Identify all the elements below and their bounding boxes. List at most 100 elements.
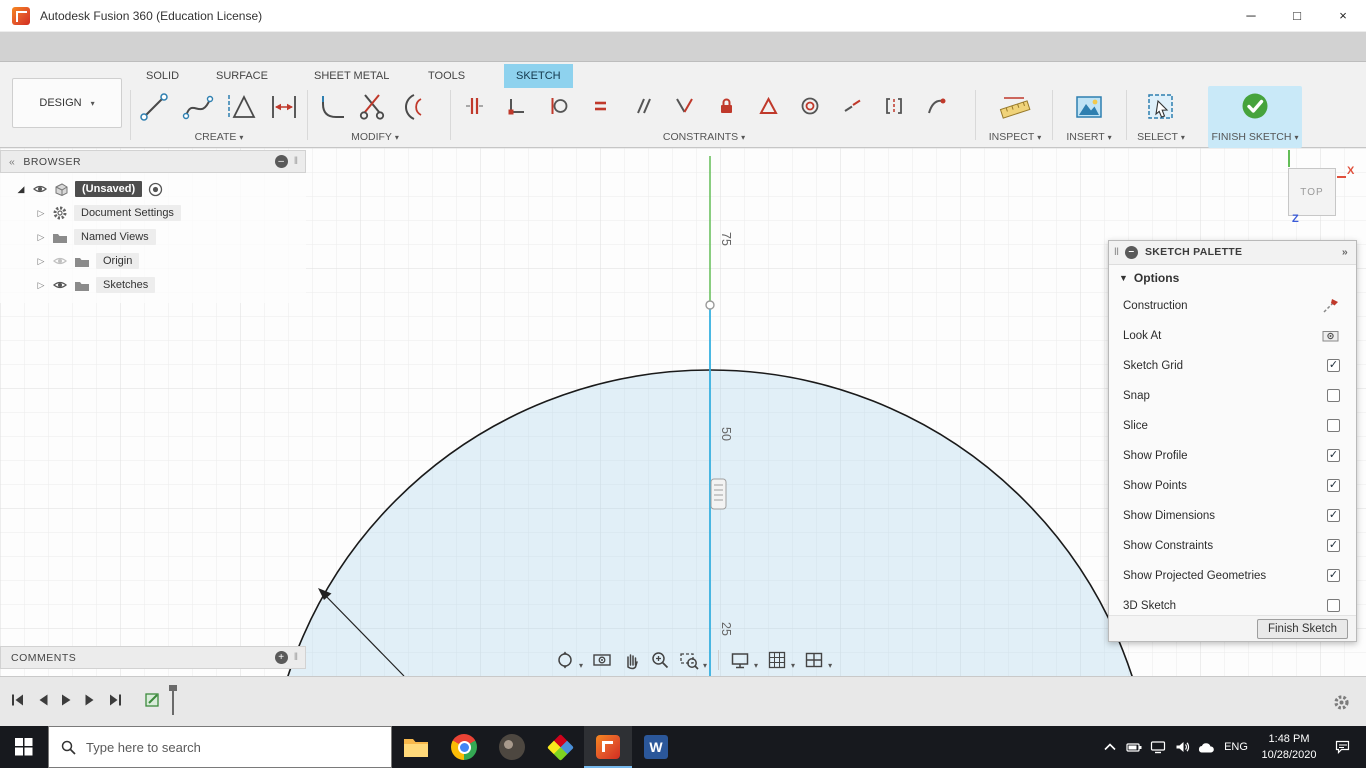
collapse-icon[interactable]: – <box>1124 245 1138 259</box>
hidden-icons-chevron[interactable] <box>1098 741 1122 753</box>
palette-option-show-dimensions[interactable]: Show Dimensions ✓ <box>1109 501 1356 531</box>
sketch-palette-header[interactable]: ‖ – SKETCH PALETTE » <box>1109 241 1356 265</box>
collinear-constraint-button[interactable] <box>840 94 864 118</box>
palette-option-show-constraints[interactable]: Show Constraints ✓ <box>1109 531 1356 561</box>
network-icon[interactable] <box>1146 740 1170 754</box>
onedrive-cloud-icon[interactable] <box>1194 741 1218 754</box>
checkbox-checked[interactable]: ✓ <box>1327 359 1340 373</box>
viewports-button[interactable]: ▾ <box>801 648 835 672</box>
palette-option-construction[interactable]: Construction <box>1109 291 1356 321</box>
expander-closed-icon[interactable]: ▷ <box>36 256 46 267</box>
taskbar-app-diagram[interactable] <box>536 726 584 768</box>
browser-item-named-views[interactable]: ▷ Named Views <box>0 225 306 249</box>
insert-canvas-button[interactable] <box>1070 88 1108 126</box>
tab-surface[interactable]: SURFACE <box>204 64 280 88</box>
look-at-button[interactable] <box>589 648 615 672</box>
browser-item-label[interactable]: Sketches <box>96 277 156 293</box>
zoom-button[interactable] <box>647 648 673 672</box>
coincident-constraint-button[interactable] <box>504 94 528 118</box>
group-label-constraints[interactable]: CONSTRAINTS ▾ <box>663 131 745 143</box>
browser-item-label[interactable]: Named Views <box>74 229 156 245</box>
play-button[interactable] <box>60 693 73 707</box>
midpoint-constraint-button[interactable] <box>756 94 780 118</box>
look-at-icon[interactable] <box>1321 327 1340 345</box>
trim-tool-button[interactable] <box>354 88 392 126</box>
start-button[interactable] <box>0 726 48 768</box>
checkbox-checked[interactable]: ✓ <box>1327 509 1340 523</box>
expand-right-icon[interactable]: » <box>1342 246 1348 258</box>
browser-header[interactable]: « BROWSER – ‖ <box>0 150 306 173</box>
close-button[interactable]: × <box>1320 0 1366 32</box>
finish-sketch-dialog-button[interactable]: Finish Sketch <box>1256 618 1348 639</box>
browser-item-label[interactable]: Document Settings <box>74 205 181 221</box>
dimension-label[interactable]: 50 <box>719 427 733 441</box>
dimension-label[interactable]: 75 <box>719 232 733 246</box>
expander-closed-icon[interactable]: ▷ <box>36 280 46 291</box>
checkbox-checked[interactable]: ✓ <box>1327 479 1340 493</box>
action-center-icon[interactable] <box>1324 740 1360 754</box>
timeline-playhead[interactable] <box>169 685 177 715</box>
fix-constraint-button[interactable] <box>714 94 738 118</box>
group-label-select[interactable]: SELECT ▾ <box>1137 131 1185 143</box>
go-to-end-button[interactable] <box>108 693 123 707</box>
tab-tools[interactable]: TOOLS <box>416 64 477 88</box>
palette-option-snap[interactable]: Snap <box>1109 381 1356 411</box>
browser-item-label[interactable]: (Unsaved) <box>75 181 143 197</box>
options-section-header[interactable]: ▼ Options <box>1109 265 1356 291</box>
minimize-button[interactable]: ─ <box>1228 0 1274 32</box>
eye-icon[interactable] <box>32 182 48 196</box>
go-to-start-button[interactable] <box>10 693 25 707</box>
expander-closed-icon[interactable]: ▷ <box>36 208 46 219</box>
maximize-button[interactable]: □ <box>1274 0 1320 32</box>
orbit-button[interactable]: ▾ <box>552 648 586 672</box>
palette-option-show-projected-geometries[interactable]: Show Projected Geometries ✓ <box>1109 561 1356 591</box>
group-label-create[interactable]: CREATE ▾ <box>195 131 244 143</box>
horizontal-vertical-constraint-button[interactable] <box>462 94 486 118</box>
tab-sketch[interactable]: SKETCH <box>504 64 573 88</box>
workspace-selector[interactable]: DESIGN ▾ <box>12 78 122 128</box>
palette-option-look-at[interactable]: Look At <box>1109 321 1356 351</box>
group-label-inspect[interactable]: INSPECT ▾ <box>989 131 1042 143</box>
palette-option-sketch-grid[interactable]: Sketch Grid ✓ <box>1109 351 1356 381</box>
grid-and-snaps-button[interactable]: ▾ <box>764 648 798 672</box>
curvature-constraint-button[interactable] <box>924 94 948 118</box>
group-label-finish-sketch[interactable]: FINISH SKETCH ▾ <box>1212 131 1299 143</box>
display-settings-button[interactable]: ▾ <box>727 648 761 672</box>
taskbar-search-box[interactable] <box>48 726 392 768</box>
collapse-all-icon[interactable]: – <box>274 155 288 168</box>
taskbar-app-file-explorer[interactable] <box>392 726 440 768</box>
perpendicular-constraint-button[interactable] <box>672 94 696 118</box>
construction-icon[interactable] <box>1321 297 1340 315</box>
sketch-point[interactable] <box>705 300 715 310</box>
taskbar-clock[interactable]: 1:48 PM 10/28/2020 <box>1254 731 1324 764</box>
measure-tool-button[interactable] <box>996 88 1034 126</box>
panel-grip-icon[interactable]: ‖ <box>294 652 299 663</box>
pan-button[interactable] <box>618 648 644 672</box>
timeline-gear-icon[interactable] <box>1333 694 1350 711</box>
taskbar-app-fusion360[interactable] <box>584 726 632 768</box>
volume-icon[interactable] <box>1170 740 1194 754</box>
checkbox-unchecked[interactable] <box>1327 419 1340 433</box>
offset-tool-button[interactable] <box>398 88 436 126</box>
checkbox-unchecked[interactable] <box>1327 389 1340 403</box>
group-label-insert[interactable]: INSERT ▾ <box>1066 131 1111 143</box>
viewcube[interactable]: TOP <box>1288 168 1336 216</box>
active-component-radio-icon[interactable] <box>148 182 163 197</box>
taskbar-app-chrome[interactable] <box>440 726 488 768</box>
battery-icon[interactable] <box>1122 740 1146 754</box>
expander-closed-icon[interactable]: ▷ <box>36 232 46 243</box>
add-comment-icon[interactable]: + <box>274 651 288 664</box>
dimension-grip-widget[interactable] <box>710 478 727 510</box>
browser-item-root[interactable]: ◢ (Unsaved) <box>0 177 306 201</box>
taskbar-app-word[interactable]: W <box>632 726 680 768</box>
checkbox-checked[interactable]: ✓ <box>1327 539 1340 553</box>
select-tool-button[interactable] <box>1142 88 1180 126</box>
concentric-constraint-button[interactable] <box>798 94 822 118</box>
palette-option-3d-sketch[interactable]: 3D Sketch <box>1109 591 1356 615</box>
viewcube-face-label[interactable]: TOP <box>1300 187 1323 198</box>
checkbox-checked[interactable]: ✓ <box>1327 569 1340 583</box>
language-indicator[interactable]: ENG <box>1218 741 1254 753</box>
tab-solid[interactable]: SOLID <box>134 64 191 88</box>
checkbox-unchecked[interactable] <box>1327 599 1340 613</box>
mirror-tool-button[interactable] <box>222 88 260 126</box>
